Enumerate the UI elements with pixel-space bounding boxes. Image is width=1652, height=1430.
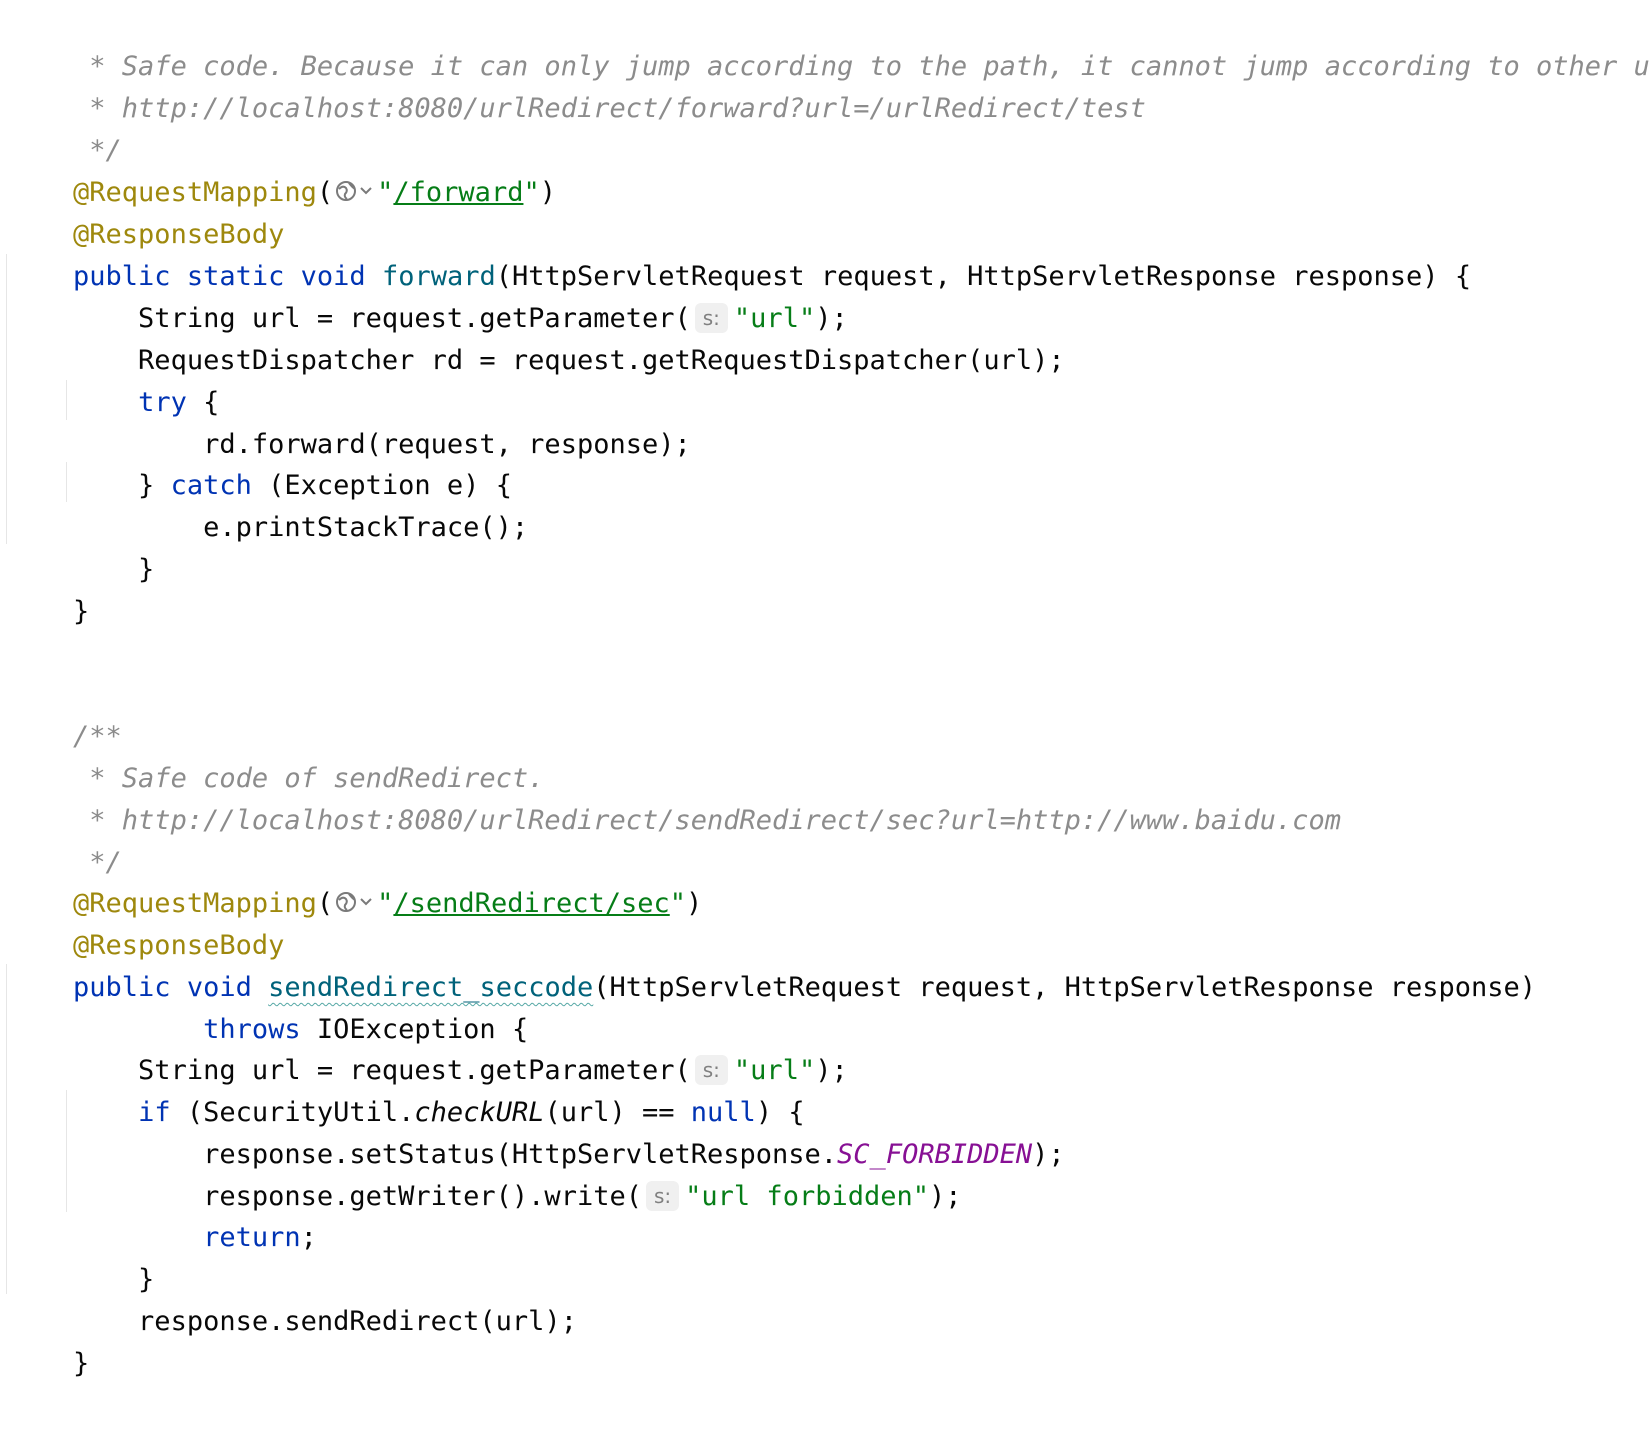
quote: " (523, 177, 540, 208)
parameter-hint: s: (645, 1181, 680, 1211)
code-line: String url = request.getParameter(s: "url… (8, 1005, 848, 1086)
code-line: @ResponseBody (8, 880, 284, 961)
comment-url: * http://localhost:8080/urlRedirect/forw… (73, 93, 1146, 124)
quote: " (377, 177, 394, 208)
indent-guide (6, 254, 7, 544)
code-editor[interactable]: * Safe code. Because it can only jump ac… (0, 0, 1652, 1406)
indent-guide (6, 964, 7, 1294)
code-text: ; (300, 1222, 317, 1253)
code-line: * http://localhost:8080/urlRedirect/send… (8, 755, 1341, 836)
quote: " (669, 888, 687, 919)
code-line: } (8, 1214, 154, 1295)
globe-dropdown-icon[interactable] (335, 175, 375, 203)
code-line: } (8, 546, 89, 627)
string-literal: "url forbidden" (685, 1181, 929, 1212)
paren-open: ( (316, 177, 334, 208)
code-line: response.sendRedirect(url); (8, 1256, 577, 1337)
code-line: /** (8, 671, 122, 752)
code-line: } (8, 1298, 89, 1379)
code-line: try { (8, 337, 219, 418)
code-line: * Safe code of sendRedirect. (8, 713, 544, 794)
code-line: } (8, 504, 154, 585)
code-line: @ResponseBody (8, 169, 284, 250)
code-text: ); (929, 1181, 962, 1212)
code-line: @RequestMapping("/forward") (8, 127, 556, 208)
forward-path-link[interactable]: /forward (393, 177, 523, 208)
code-line: } catch (Exception e) { (8, 420, 512, 501)
code-line: * Safe code. Because it can only jump ac… (8, 1, 1652, 82)
code-text: } (73, 1348, 90, 1379)
code-line: */ (8, 797, 122, 878)
quote: " (377, 888, 394, 919)
paren-open: ( (316, 888, 334, 919)
code-text: response.sendRedirect(url); (73, 1306, 577, 1337)
code-line: rd.forward(request, response); (8, 379, 691, 460)
code-text: ); (1032, 1139, 1065, 1170)
code-text: ); (815, 1055, 848, 1086)
comment-url: * http://localhost:8080/urlRedirect/send… (73, 805, 1341, 836)
code-line: response.setStatus(HttpServletResponse.S… (8, 1089, 1065, 1170)
paren-close: ) (686, 888, 703, 919)
keyword-return: return (203, 1222, 301, 1253)
code-line: return; (8, 1172, 317, 1253)
code-line: * http://localhost:8080/urlRedirect/forw… (8, 43, 1146, 124)
method-params: (HttpServletRequest request, HttpServlet… (593, 972, 1537, 1003)
send-redirect-path-link[interactable]: /sendRedirect/sec (393, 888, 669, 919)
code-line: public static void forward(HttpServletRe… (8, 211, 1471, 292)
code-line: throws IOException { (8, 964, 528, 1045)
code-line: */ (8, 85, 122, 166)
paren-close: ) (539, 177, 556, 208)
code-text: } (73, 596, 90, 627)
code-text: RequestDispatcher rd = request.getReques… (73, 345, 1065, 376)
code-line: @RequestMapping("/sendRedirect/sec") (8, 838, 702, 919)
code-line: String url = request.getParameter(s: "url… (8, 253, 848, 334)
globe-dropdown-icon[interactable] (335, 886, 375, 914)
code-line: response.getWriter().write(s: "url forbid… (8, 1131, 962, 1212)
code-line: e.printStackTrace(); (8, 462, 528, 543)
code-line: RequestDispatcher rd = request.getReques… (8, 295, 1065, 376)
code-line: public void sendRedirect_seccode(HttpSer… (8, 922, 1536, 1003)
code-line: if (SecurityUtil.checkURL(url) == null) … (8, 1047, 805, 1128)
